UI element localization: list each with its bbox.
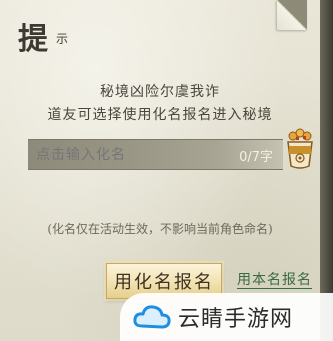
description-line-2: 道友可选择使用化名报名进入秘境 (47, 107, 273, 123)
background-edge (320, 0, 333, 341)
random-name-button[interactable] (284, 128, 316, 170)
description-line-1: 秘境凶险尔虞我诈 (100, 84, 220, 100)
register-with-real-name-link[interactable]: 用本名报名 (237, 272, 312, 289)
dialog-title: 提 (18, 22, 49, 57)
watermark-text: 云睛手游网 (178, 307, 294, 332)
watermark: 云睛手游网 (120, 293, 333, 341)
alias-note: (化名仅在活动生效，不影响当前角色命名) (47, 222, 273, 236)
cloud-logo-icon (133, 305, 171, 329)
dice-cup-icon (287, 128, 313, 169)
alias-input-bar[interactable]: 0/7字 (28, 139, 283, 170)
dialog-title-sub: 示 (56, 32, 69, 46)
alias-input[interactable] (34, 145, 238, 163)
char-count: 0/7字 (239, 150, 273, 165)
alias-dialog: 提 示 秘境凶险尔虞我诈 道友可选择使用化名报名进入秘境 0/7字 (化名仅在活… (0, 0, 321, 341)
page-corner-fold (277, 0, 307, 30)
